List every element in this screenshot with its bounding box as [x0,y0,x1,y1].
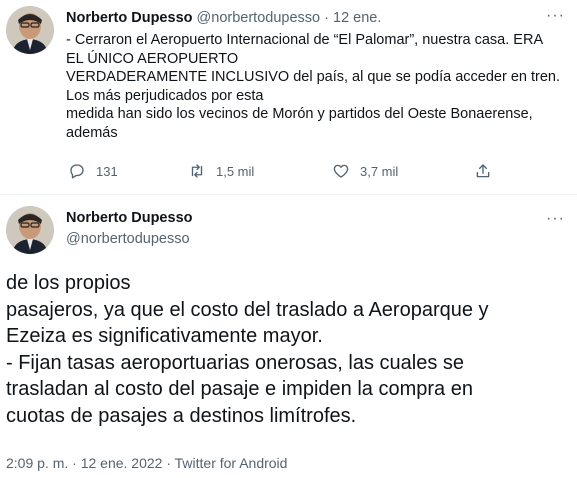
author-name[interactable]: Norberto Dupesso [66,209,193,227]
tweet-1[interactable]: Norberto Dupesso @norbertodupesso · 12 e… [0,0,577,198]
tweet-text-line: Ezeiza es significativamente mayor. [6,325,323,347]
tweet-text-line: - Cerraron el Aeropuerto Internacional d… [66,32,544,48]
tweet-header: Norberto Dupesso @norbertodupesso · 12 e… [66,9,381,27]
more-options-icon[interactable]: ··· [546,8,565,24]
author-handle[interactable]: @norbertodupesso [197,10,321,26]
tweet-date[interactable]: 12 ene. [333,10,381,26]
share-icon [476,164,490,178]
retweet-count: 1,5 mil [216,163,255,179]
tweet-meta[interactable]: 2:09 p. m. · 12 ene. 2022 · Twitter for … [6,455,287,471]
tweet-text-line: - Fijan tasas aeroportuarias onerosas, l… [6,351,465,374]
tweet-text-line: medida han sido los vecinos de Morón y p… [66,106,533,122]
tweet-actions: 131 1,5 mil 3,7 mil [66,162,506,184]
avatar[interactable] [6,206,54,254]
heart-icon [333,164,349,178]
tweet-text-line: VERDADERAMENTE INCLUSIVO del país, al qu… [66,69,561,85]
more-options-icon[interactable]: ··· [546,211,565,227]
avatar-image [6,6,54,54]
avatar-image [6,206,54,254]
tweet-text: - Cerraron el Aeropuerto Internacional d… [66,31,566,142]
tweet-text-line: además [66,124,118,141]
reply-count: 131 [96,163,118,179]
reply-icon [70,164,84,179]
tweet-divider [0,194,577,195]
retweet-icon [191,164,203,178]
tweet-text-line: EL ÚNICO AEROPUERTO [66,50,239,67]
tweet-text: de los propios pasajeros, ya que el cost… [6,270,574,429]
tweet-text-line: cuotas de pasajes a destinos limítrofes. [6,404,357,427]
tweet-text-line: pasajeros, ya que el costo del traslado … [6,298,489,321]
like-button[interactable]: 3,7 mil [332,162,398,180]
author-handle[interactable]: @norbertodupesso [66,230,190,248]
reply-button[interactable]: 131 [68,162,118,180]
author-name[interactable]: Norberto Dupesso [66,10,193,26]
header-separator: · [324,10,329,26]
avatar[interactable] [6,6,54,54]
like-count: 3,7 mil [360,163,399,179]
tweet-text-line: Los más perjudicados por esta [66,87,264,104]
share-button[interactable] [474,162,492,180]
tweet-text-line: trasladan al costo del pasaje e impiden … [6,378,473,400]
tweet-text-line: de los propios [6,272,131,294]
retweet-button[interactable]: 1,5 mil [188,162,254,180]
